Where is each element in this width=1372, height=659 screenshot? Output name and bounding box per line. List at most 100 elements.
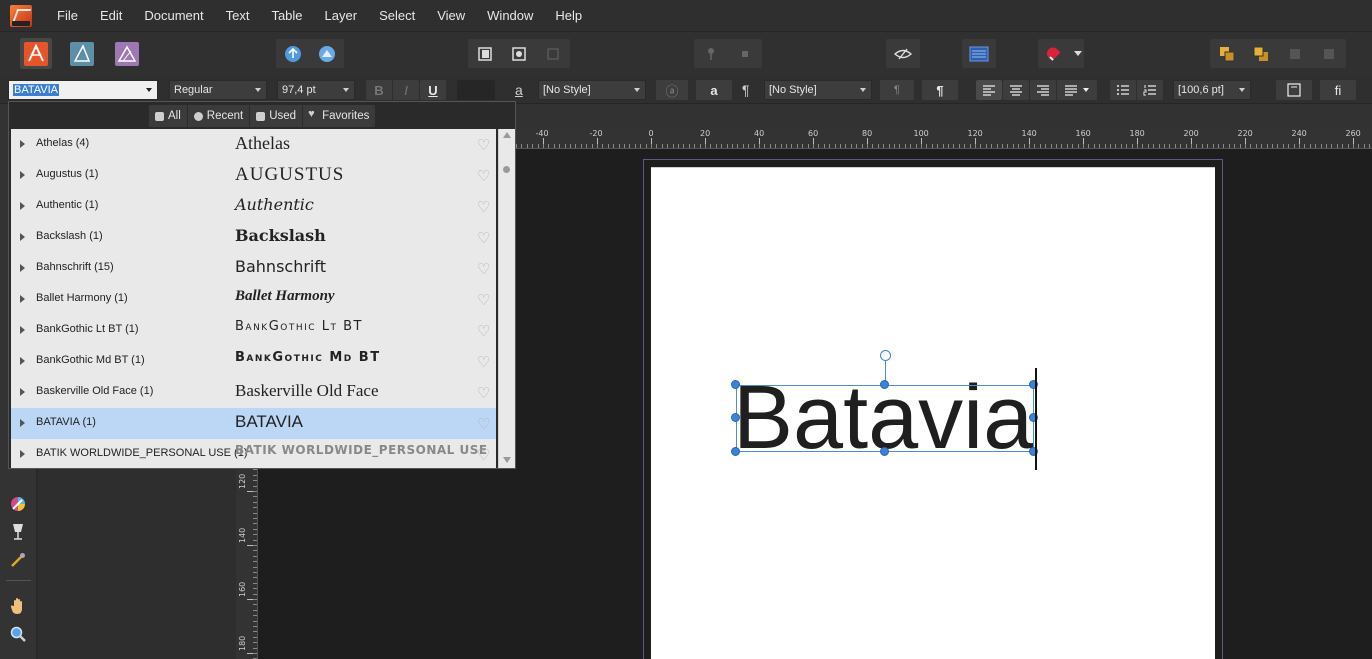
para-style-options-icon[interactable]: ¶	[880, 80, 914, 100]
bleed-view-icon[interactable]	[536, 39, 570, 68]
font-list-item[interactable]: Authentic (1) Authentic ♡	[11, 191, 496, 222]
favorite-heart-icon[interactable]: ♡	[477, 167, 490, 185]
justify-dropdown-icon[interactable]	[1057, 80, 1097, 100]
underline-button[interactable]: U	[420, 80, 446, 100]
expand-triangle-icon[interactable]	[20, 140, 25, 148]
favorite-heart-icon[interactable]: ♡	[477, 291, 490, 309]
font-list-item[interactable]: BATIK WORLDWIDE_PERSONAL USE (1) BATIK WO…	[11, 439, 496, 468]
font-list[interactable]: Athelas (4) Athelas ♡ Augustus (1) AUGUSTUS ♡…	[11, 129, 496, 468]
expand-triangle-icon[interactable]	[20, 357, 25, 365]
color-picker-icon[interactable]	[8, 494, 28, 514]
expand-triangle-icon[interactable]	[20, 450, 25, 458]
align-right-icon[interactable]	[1030, 80, 1056, 100]
expand-triangle-icon[interactable]	[20, 171, 25, 179]
resize-handle-bottom[interactable]	[880, 447, 889, 456]
font-size-select[interactable]: 97,4 pt	[277, 80, 355, 100]
normal-view-icon[interactable]	[468, 39, 502, 68]
font-list-item[interactable]: BATAVIA (1) BATAVIA ♡	[11, 408, 496, 439]
leading-select[interactable]: [100,6 pt]	[1173, 80, 1251, 100]
arrange-back-icon[interactable]	[1210, 39, 1244, 68]
expand-triangle-icon[interactable]	[20, 295, 25, 303]
menu-text[interactable]: Text	[215, 0, 261, 31]
expand-triangle-icon[interactable]	[20, 264, 25, 272]
tab-favorites[interactable]: Favorites	[302, 105, 375, 127]
arrange-disabled-2-icon[interactable]	[1312, 39, 1346, 68]
scroll-thumb[interactable]	[503, 166, 510, 173]
favorite-heart-icon[interactable]: ♡	[477, 260, 490, 278]
show-special-chars-icon[interactable]	[886, 39, 920, 68]
bold-button[interactable]: B	[366, 80, 392, 100]
snapping-dropdown-icon[interactable]	[1072, 39, 1084, 68]
font-list-item[interactable]: Bahnschrift (15) Bahnschrift ♡	[11, 253, 496, 284]
apply-para-style-button[interactable]: ¶	[922, 80, 958, 100]
text-frame-selection[interactable]	[736, 385, 1034, 452]
font-list-scrollbar[interactable]	[498, 129, 515, 468]
char-style-options-icon[interactable]: ⓐ	[656, 80, 688, 100]
chevron-down-icon[interactable]	[146, 88, 152, 92]
font-list-item[interactable]: Athelas (4) Athelas ♡	[11, 129, 496, 160]
menu-help[interactable]: Help	[544, 0, 593, 31]
tab-used[interactable]: Used	[249, 105, 302, 127]
expand-triangle-icon[interactable]	[20, 388, 25, 396]
character-style-select[interactable]: [No Style]	[538, 80, 646, 100]
preview-view-icon[interactable]	[502, 39, 536, 68]
photo-persona-icon[interactable]	[111, 38, 143, 69]
favorite-heart-icon[interactable]: ♡	[477, 136, 490, 154]
font-list-item[interactable]: Baskerville Old Face (1) Baskerville Old …	[11, 377, 496, 408]
align-center-icon[interactable]	[1003, 80, 1029, 100]
favorite-heart-icon[interactable]: ♡	[477, 229, 490, 247]
zoom-tool-icon[interactable]	[8, 624, 28, 644]
scroll-down-icon[interactable]	[503, 457, 511, 463]
scroll-up-icon[interactable]	[503, 132, 511, 138]
paragraph-style-select[interactable]: [No Style]	[764, 80, 872, 100]
bullet-list-icon[interactable]	[1110, 80, 1136, 100]
expand-triangle-icon[interactable]	[20, 202, 25, 210]
arrange-disabled-1-icon[interactable]	[1278, 39, 1312, 68]
tab-recent[interactable]: Recent	[186, 105, 249, 127]
menu-view[interactable]: View	[426, 0, 476, 31]
ligatures-button[interactable]: fi	[1320, 80, 1356, 100]
hand-tool-icon[interactable]	[8, 596, 28, 616]
text-frame-icon[interactable]	[1276, 80, 1312, 100]
resize-handle-top-left[interactable]	[731, 380, 740, 389]
publisher-persona-icon[interactable]	[20, 38, 52, 69]
menu-edit[interactable]: Edit	[89, 0, 133, 31]
export-persona-icon[interactable]	[276, 39, 310, 68]
apply-char-style-button[interactable]: a	[696, 80, 732, 100]
designer-persona-icon[interactable]	[66, 38, 98, 69]
menu-table[interactable]: Table	[260, 0, 313, 31]
font-list-item[interactable]: Augustus (1) AUGUSTUS ♡	[11, 160, 496, 191]
expand-triangle-icon[interactable]	[20, 326, 25, 334]
favorite-heart-icon[interactable]: ♡	[477, 353, 490, 371]
text-color-swatch[interactable]	[457, 80, 495, 100]
font-style-select[interactable]: Regular	[169, 80, 267, 100]
favorite-heart-icon[interactable]: ♡	[477, 322, 490, 340]
menu-file[interactable]: File	[46, 0, 89, 31]
menu-select[interactable]: Select	[368, 0, 426, 31]
pin-icon[interactable]	[694, 39, 728, 68]
resize-handle-bottom-left[interactable]	[731, 447, 740, 456]
assistant-icon[interactable]	[310, 39, 344, 68]
transparency-tool-icon[interactable]	[8, 522, 28, 542]
font-list-item[interactable]: Backslash (1) Backslash ♡	[11, 222, 496, 253]
eyedropper-icon[interactable]	[8, 550, 28, 570]
arrange-forward-icon[interactable]	[1244, 39, 1278, 68]
unpin-icon[interactable]	[728, 39, 762, 68]
font-list-item[interactable]: Ballet Harmony (1) Ballet Harmony ♡	[11, 284, 496, 315]
italic-button[interactable]: I	[393, 80, 419, 100]
favorite-heart-icon[interactable]: ♡	[477, 415, 490, 433]
favorite-heart-icon[interactable]: ♡	[477, 384, 490, 402]
font-family-field[interactable]: BATAVIA	[8, 80, 158, 100]
rotation-handle[interactable]	[880, 350, 891, 361]
align-left-icon[interactable]	[976, 80, 1002, 100]
font-list-item[interactable]: BankGothic Md BT (1) BankGothic Md BT ♡	[11, 346, 496, 377]
menu-window[interactable]: Window	[476, 0, 544, 31]
expand-triangle-icon[interactable]	[20, 419, 25, 427]
baseline-grid-icon[interactable]	[962, 39, 996, 68]
favorite-heart-icon[interactable]: ♡	[477, 446, 490, 464]
numbered-list-icon[interactable]	[1137, 80, 1163, 100]
font-list-item[interactable]: BankGothic Lt BT (1) BankGothic Lt BT ♡	[11, 315, 496, 346]
menu-layer[interactable]: Layer	[314, 0, 369, 31]
resize-handle-left[interactable]	[731, 413, 740, 422]
favorite-heart-icon[interactable]: ♡	[477, 198, 490, 216]
